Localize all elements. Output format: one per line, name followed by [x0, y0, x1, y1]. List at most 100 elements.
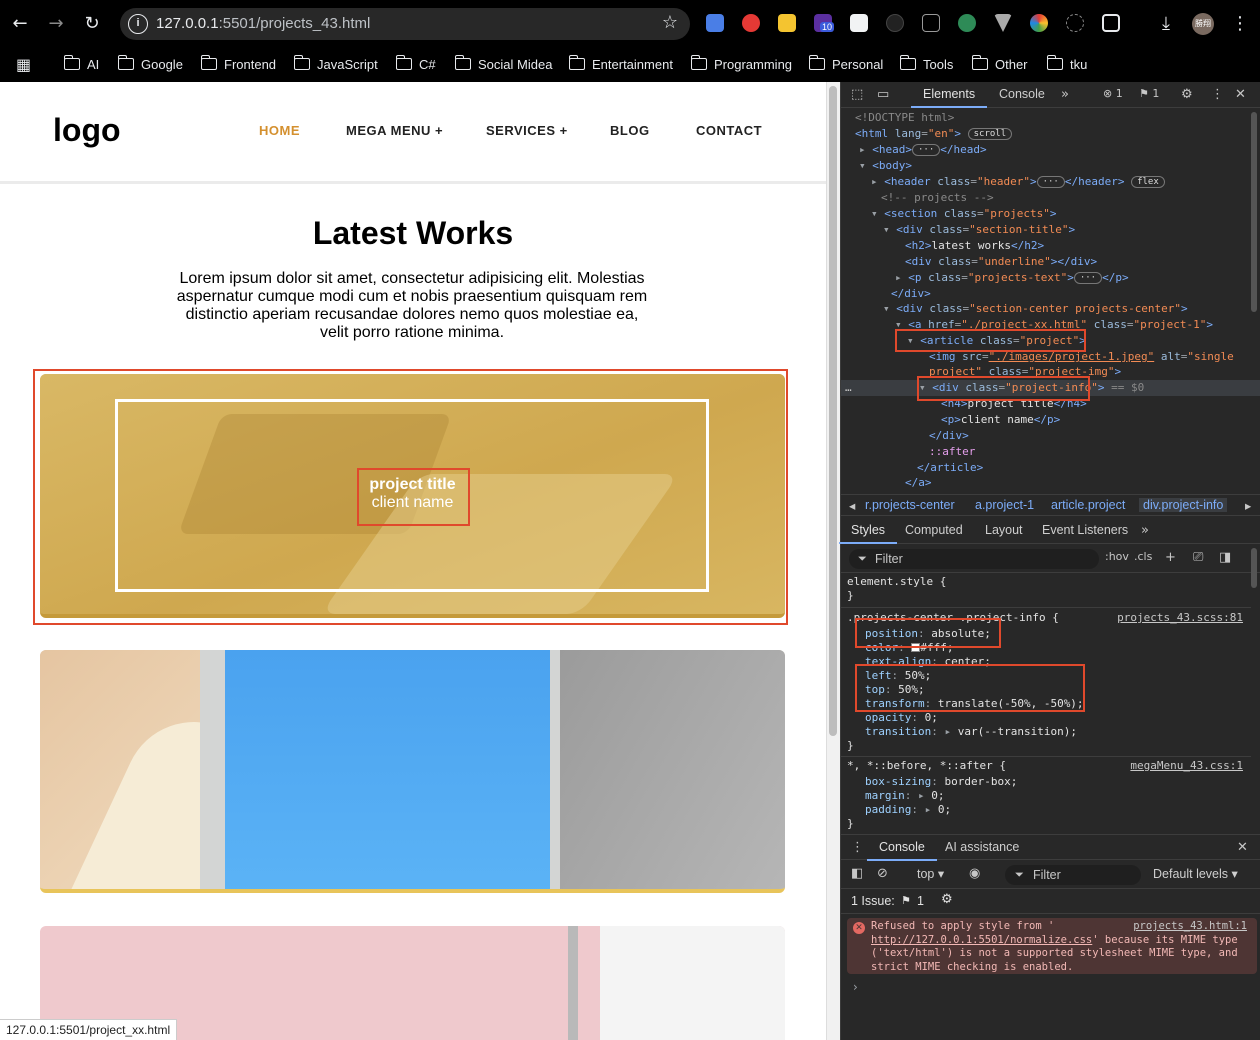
apps-grid-icon[interactable]: ▦ [16, 56, 34, 74]
paint-icon[interactable]: ⎚ [1193, 550, 1203, 565]
close-drawer-icon[interactable]: ✕ [1237, 840, 1248, 855]
avatar[interactable]: 勝翔 [1192, 13, 1214, 35]
extension-icon[interactable]: 10 [814, 14, 835, 32]
bookmark-folder[interactable]: JavaScript [293, 55, 378, 75]
tab-styles[interactable]: Styles [838, 523, 898, 544]
dom-line[interactable]: <!-- projects --> [881, 190, 994, 206]
error-count[interactable]: ⊗ 1 [1103, 87, 1123, 100]
dom-line[interactable]: </div> [891, 286, 931, 302]
dom-line[interactable]: ▾ <div class="section-center projects-ce… [883, 301, 1188, 317]
hov-toggle[interactable]: :hov [1105, 550, 1129, 563]
dom-line[interactable]: </a> [905, 475, 932, 491]
nav-mega-menu[interactable]: MEGA MENU + [346, 123, 443, 138]
extensions-puzzle-icon[interactable] [1102, 14, 1120, 32]
inspect-element-icon[interactable]: ⬚ [851, 87, 863, 102]
bookmark-folder[interactable]: Entertainment [568, 55, 673, 75]
console-sidebar-icon[interactable]: ◧ [851, 866, 863, 881]
bookmark-folder[interactable]: Personal [808, 55, 883, 75]
settings-gear-icon[interactable]: ⚙ [1181, 87, 1193, 102]
bookmark-folder[interactable]: Social Midea [454, 55, 552, 75]
tab-computed[interactable]: Computed [905, 523, 963, 537]
bug-extension-icon[interactable] [1066, 14, 1084, 32]
dom-line[interactable]: ▸ <head> ··· </head> [859, 142, 987, 158]
css-declaration[interactable]: opacity: 0; [865, 711, 938, 725]
toggle-sidebar-icon[interactable]: ◨ [1219, 550, 1231, 565]
clear-console-icon[interactable]: ⊘ [877, 866, 888, 881]
menu-kebab-icon[interactable]: ⋮ [1228, 12, 1252, 36]
dom-line[interactable]: ▾ <div class="section-title"> [883, 222, 1075, 238]
nav-home[interactable]: HOME [259, 123, 300, 138]
drawer-tab-console[interactable]: Console [867, 840, 937, 861]
live-expression-eye-icon[interactable]: ◉ [969, 866, 980, 881]
tab-elements[interactable]: Elements [910, 87, 988, 108]
issues-bar[interactable]: 1 Issue: ⚑ 1 ⚙ [841, 890, 1260, 914]
bookmark-folder[interactable]: tku [1046, 55, 1087, 75]
css-declaration[interactable]: padding: ▸ 0; [865, 803, 951, 817]
error-url-link[interactable]: http://127.0.0.1:5501/normalize.css [871, 934, 1092, 946]
vue-extension-icon[interactable] [994, 14, 1012, 32]
css-declaration[interactable]: transition: ▸ var(--transition); [865, 725, 1077, 739]
rule-selector[interactable]: *, *::before, *::after { [847, 759, 1006, 773]
drawer-menu-icon[interactable]: ⋮ [851, 840, 864, 855]
devtools-menu-icon[interactable]: ⋮ [1211, 87, 1224, 102]
device-toolbar-icon[interactable]: ▭ [877, 87, 889, 102]
dom-line[interactable]: </article> [917, 460, 983, 476]
more-tabs-icon[interactable]: » [1141, 523, 1149, 538]
dom-line[interactable]: <html lang="en"> scroll [855, 126, 1013, 142]
error-source-link[interactable]: projects_43.html:1 [1133, 920, 1247, 934]
dino-extension-icon[interactable] [958, 14, 976, 32]
tab-console[interactable]: Console [999, 87, 1045, 101]
dom-line[interactable]: <p>client name</p> [941, 412, 1060, 428]
log-levels-select[interactable]: Default levels ▾ [1153, 866, 1238, 881]
styles-scrollbar[interactable] [1251, 548, 1257, 588]
site-info-icon[interactable]: i [128, 14, 148, 34]
project-card[interactable] [40, 650, 785, 893]
breadcrumb-item-selected[interactable]: div.project-info [1139, 498, 1228, 512]
breadcrumb-item[interactable]: r.projects-center [865, 498, 955, 512]
dom-line[interactable]: <h2>latest works</h2> [905, 238, 1044, 254]
translate-extension-icon[interactable] [706, 14, 724, 32]
bookmark-star-icon[interactable]: ☆ [662, 12, 678, 33]
scrollbar-thumb[interactable] [829, 86, 837, 736]
console-filter-input[interactable]: ⏷ Filter [1005, 865, 1141, 885]
dom-scrollbar[interactable] [1251, 112, 1257, 312]
breadcrumb-item[interactable]: a.project-1 [975, 498, 1034, 512]
site-logo[interactable]: logo [53, 112, 121, 149]
console-error-message[interactable]: ✕ projects_43.html:1 Refused to apply st… [847, 918, 1257, 974]
dom-line[interactable]: ▾ <body> [859, 158, 912, 174]
console-prompt-icon[interactable]: › [853, 980, 858, 994]
rule-source-link[interactable]: megaMenu_43.css:1 [1130, 759, 1243, 773]
nav-blog[interactable]: BLOG [610, 123, 650, 138]
rule-selector[interactable]: element.style { [847, 575, 946, 589]
tab-event-listeners[interactable]: Event Listeners [1042, 523, 1128, 537]
notion-extension-icon[interactable] [886, 14, 904, 32]
nav-contact[interactable]: CONTACT [696, 123, 762, 138]
issue-count[interactable]: ⚑ 1 [1139, 87, 1159, 100]
bookmark-folder[interactable]: Tools [899, 55, 953, 75]
bookmark-folder[interactable]: C# [395, 55, 436, 75]
dom-line[interactable]: <div class="underline"></div> [905, 254, 1097, 270]
bookmark-folder[interactable]: Programming [690, 55, 792, 75]
address-bar[interactable]: i 127.0.0.1:5501/projects_43.html ☆ [120, 8, 690, 40]
rule-source-link[interactable]: projects_43.scss:81 [1117, 611, 1243, 625]
dom-line[interactable]: ▸ <p class="projects-text"> ··· </p> [895, 270, 1129, 286]
css-declaration[interactable]: box-sizing: border-box; [865, 775, 1017, 789]
color-extension-icon[interactable] [1030, 14, 1048, 32]
close-devtools-icon[interactable]: ✕ [1235, 87, 1246, 102]
nav-services[interactable]: SERVICES + [486, 123, 568, 138]
dom-line[interactable]: </div> [929, 428, 969, 444]
breadcrumb-item[interactable]: article.project [1051, 498, 1125, 512]
download-icon[interactable]: ⤓ [1154, 12, 1178, 36]
drawer-tab-ai-assistance[interactable]: AI assistance [945, 840, 1019, 854]
dom-line[interactable]: ▾ <section class="projects"> [871, 206, 1056, 222]
dom-line[interactable]: ▸ <header class="header"> ··· </header> fl… [871, 174, 1165, 190]
forward-icon[interactable]: → [44, 12, 68, 36]
new-rule-icon[interactable]: + [1165, 550, 1176, 565]
breadcrumb-scroll-icon[interactable]: ▸ [1245, 498, 1251, 513]
url-text[interactable]: 127.0.0.1:5501/projects_43.html [156, 15, 370, 32]
more-tabs-icon[interactable]: » [1061, 87, 1069, 102]
bookmark-folder[interactable]: Google [117, 55, 183, 75]
styles-filter-input[interactable]: ⏷ Filter [849, 549, 1099, 569]
adblock-extension-icon[interactable] [742, 14, 760, 32]
crosshair-extension-icon[interactable] [922, 14, 940, 32]
